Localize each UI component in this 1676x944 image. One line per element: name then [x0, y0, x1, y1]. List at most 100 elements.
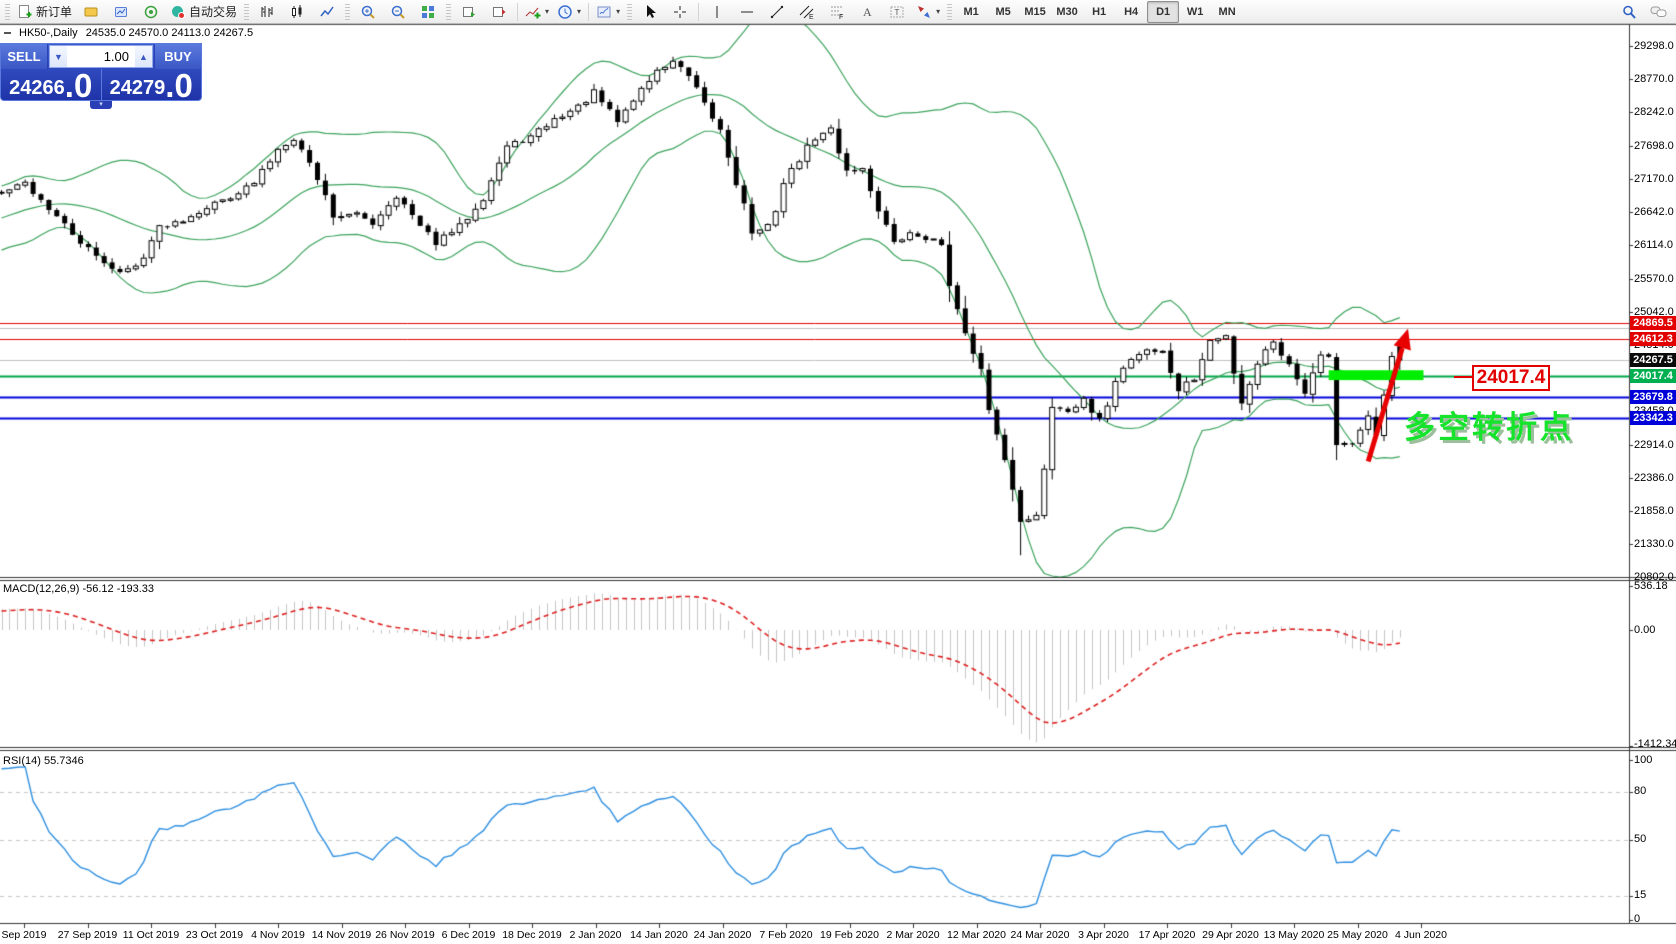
- rsi-axis-label: 0: [1634, 913, 1640, 925]
- timeframe-mn-button[interactable]: MN: [1211, 1, 1243, 23]
- chat-icon: [1650, 4, 1668, 20]
- chevron-down-icon: ▾: [545, 7, 549, 16]
- chart-canvas[interactable]: [0, 0, 1676, 944]
- price-tag: 24267.5: [1630, 353, 1676, 367]
- price-tag: 23679.8: [1630, 390, 1676, 404]
- timeframe-toolbar: M1M5M15M30H1H4D1W1MN: [955, 1, 1243, 23]
- tile-windows-button[interactable]: [413, 1, 443, 23]
- line-chart-button[interactable]: [312, 1, 342, 23]
- metaeditor-button[interactable]: [76, 1, 106, 23]
- zoom-out-button[interactable]: [383, 1, 413, 23]
- candlestick-button[interactable]: [282, 1, 312, 23]
- text-button[interactable]: A: [852, 1, 882, 23]
- svg-text:A: A: [863, 5, 872, 19]
- vertical-line-button[interactable]: [702, 1, 732, 23]
- zoom-in-button[interactable]: [353, 1, 383, 23]
- timeframe-m5-button[interactable]: M5: [987, 1, 1019, 23]
- panel-collapse-handle[interactable]: ▾: [90, 101, 112, 109]
- new-order-icon: [17, 4, 33, 20]
- date-axis-label: 4 Jun 2020: [1383, 929, 1459, 941]
- volume-input[interactable]: 1.00: [67, 49, 135, 64]
- price-axis-label: 22914.0: [1634, 439, 1674, 451]
- line-chart-icon: [319, 4, 335, 20]
- chevron-down-icon: ▾: [577, 7, 581, 16]
- rsi-axis-label: 80: [1634, 785, 1646, 797]
- new-order-button[interactable]: 新订单: [13, 1, 76, 23]
- one-click-trading-panel: SELL ▼ 1.00 ▲ BUY 24266.0 24279.0: [0, 43, 202, 101]
- trendline-icon: [769, 4, 785, 20]
- timeframe-m15-button[interactable]: M15: [1019, 1, 1051, 23]
- indicators-add-button[interactable]: ▾: [521, 1, 553, 23]
- horizontal-line-button[interactable]: [732, 1, 762, 23]
- auto-trading-button[interactable]: 自动交易: [166, 1, 241, 23]
- chart-shift-button[interactable]: [484, 1, 514, 23]
- macd-axis-label: -1412.34: [1634, 738, 1676, 750]
- arrows-button[interactable]: ▾: [912, 1, 944, 23]
- cursor-button[interactable]: [635, 1, 665, 23]
- price-axis-label: 28242.0: [1634, 106, 1674, 118]
- price-axis-label: 26114.0: [1634, 239, 1673, 251]
- sell-button[interactable]: SELL: [1, 44, 48, 69]
- bid-fraction-digits: .0: [65, 71, 93, 101]
- volume-increase-button[interactable]: ▲: [135, 46, 152, 67]
- candlestick-icon: [289, 4, 305, 20]
- timeframe-w1-button[interactable]: W1: [1179, 1, 1211, 23]
- text-label-icon: T: [889, 4, 905, 20]
- metaeditor-icon: [83, 4, 99, 20]
- timeframe-m30-button[interactable]: M30: [1051, 1, 1083, 23]
- vertical-line-icon: [709, 4, 725, 20]
- chart-shift-icon: [491, 4, 507, 20]
- toolbar-grip: [5, 4, 10, 20]
- search-button[interactable]: [1614, 1, 1644, 23]
- buy-button[interactable]: BUY: [154, 44, 201, 69]
- indicator-plus-icon: [525, 4, 541, 20]
- fibonacci-icon: F: [829, 4, 845, 20]
- toolbar-separator: [588, 3, 589, 21]
- volume-decrease-button[interactable]: ▼: [50, 46, 67, 67]
- price-axis-label: 27170.0: [1634, 173, 1674, 185]
- timeframe-d1-button[interactable]: D1: [1147, 1, 1179, 23]
- ask-main-digits: 24279: [110, 75, 166, 101]
- auto-trading-icon: [170, 4, 186, 20]
- text-label-button[interactable]: T: [882, 1, 912, 23]
- chart-icon: [4, 32, 11, 34]
- toolbar-grip: [627, 4, 632, 20]
- crosshair-button[interactable]: [665, 1, 695, 23]
- chevron-down-icon: ▾: [616, 7, 620, 16]
- fibonacci-button[interactable]: F: [822, 1, 852, 23]
- bid-price[interactable]: 24266.0: [1, 69, 102, 102]
- market-watch-button[interactable]: [106, 1, 136, 23]
- new-order-label: 新订单: [36, 3, 72, 20]
- timeframe-h1-button[interactable]: H1: [1083, 1, 1115, 23]
- bar-chart-button[interactable]: [252, 1, 282, 23]
- crosshair-icon: [672, 4, 688, 20]
- auto-scroll-button[interactable]: [454, 1, 484, 23]
- tile-windows-icon: [420, 4, 436, 20]
- ask-price[interactable]: 24279.0: [102, 69, 202, 102]
- auto-scroll-icon: [461, 4, 477, 20]
- toolbar-separator: [698, 3, 699, 21]
- macd-axis-label: 536.18: [1634, 580, 1668, 592]
- timeframe-m1-button[interactable]: M1: [955, 1, 987, 23]
- volume-control: ▼ 1.00 ▲: [49, 45, 153, 68]
- rsi-axis-label: 50: [1634, 833, 1646, 845]
- bid-main-digits: 24266: [9, 75, 65, 101]
- arrows-icon: [916, 4, 932, 20]
- price-axis-label: 26642.0: [1634, 206, 1674, 218]
- channel-icon: E: [799, 4, 815, 20]
- svg-text:F: F: [839, 14, 843, 20]
- channel-button[interactable]: E: [792, 1, 822, 23]
- trendline-button[interactable]: [762, 1, 792, 23]
- chat-button[interactable]: [1644, 1, 1674, 23]
- signals-button[interactable]: [136, 1, 166, 23]
- templates-button[interactable]: ▾: [592, 1, 624, 23]
- svg-text:T: T: [895, 8, 900, 17]
- price-tag: 24869.5: [1630, 316, 1676, 330]
- periods-button[interactable]: ▾: [553, 1, 585, 23]
- price-axis-label: 28770.0: [1634, 73, 1674, 85]
- price-tag: 23342.3: [1630, 411, 1676, 425]
- rsi-axis-label: 100: [1634, 754, 1652, 766]
- timeframe-h4-button[interactable]: H4: [1115, 1, 1147, 23]
- macd-label: MACD(12,26,9) -56.12 -193.33: [3, 583, 154, 595]
- turning-point-annotation: 多空转折点: [1404, 402, 1574, 447]
